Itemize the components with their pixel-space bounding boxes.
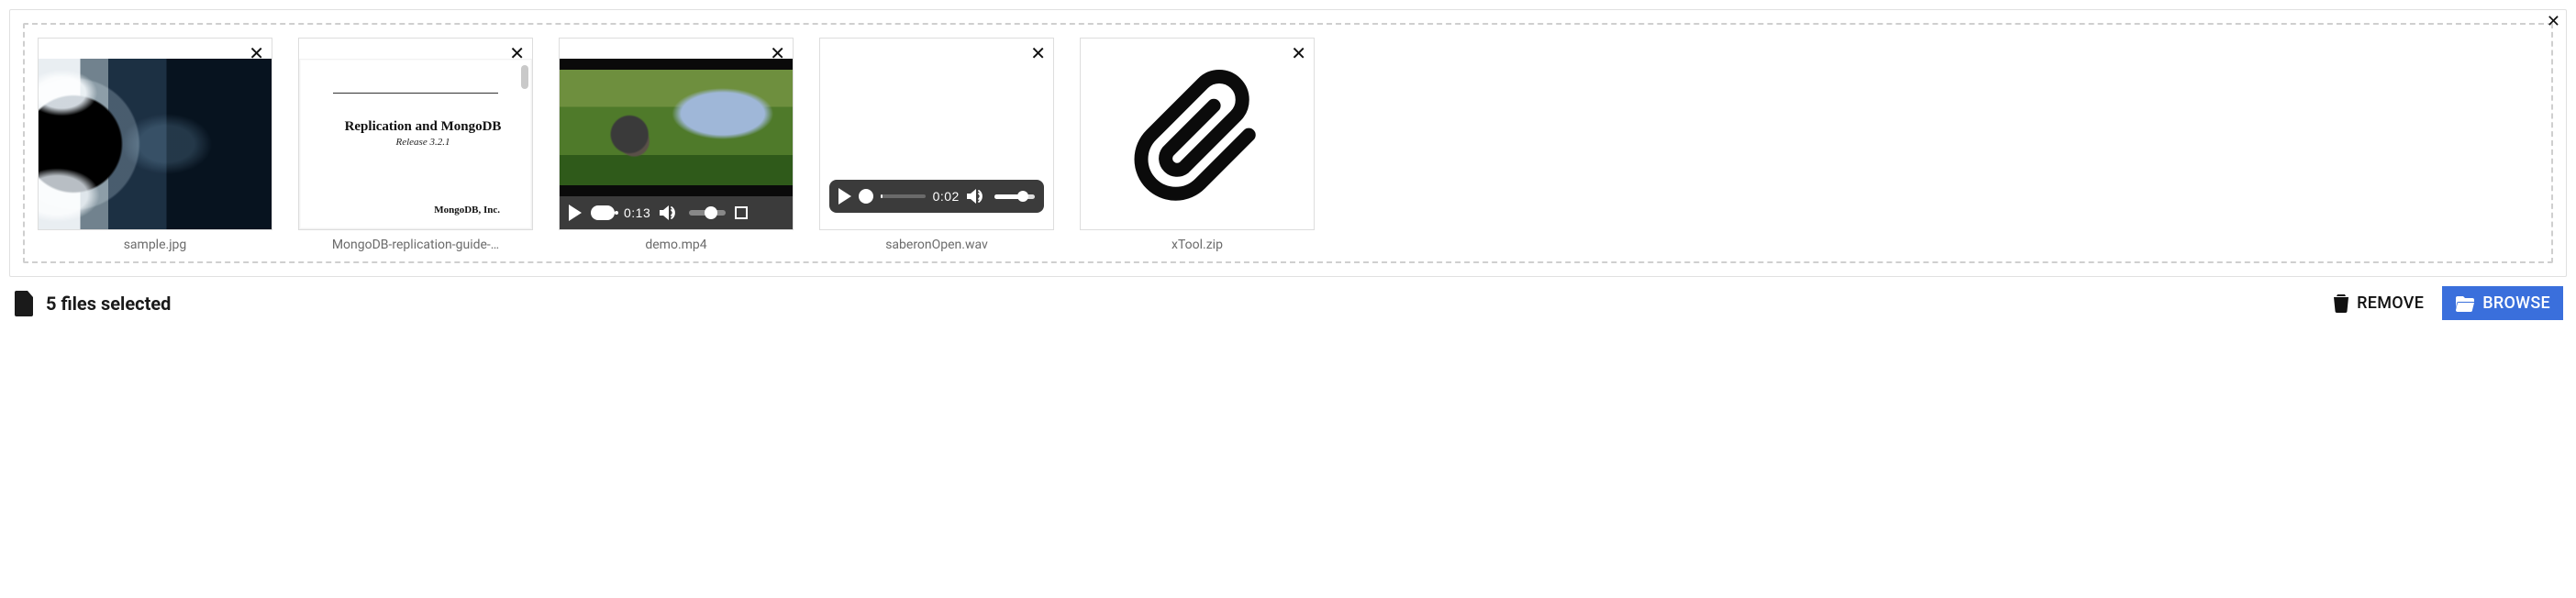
uploader-footer: 5 files selected REMOVE BROWSE bbox=[9, 277, 2567, 322]
file-name-label: sample.jpg bbox=[124, 238, 187, 252]
volume-slider[interactable] bbox=[689, 210, 726, 216]
document-subtitle: Release 3.2.1 bbox=[333, 137, 513, 148]
file-card: ✕ sample.jpg bbox=[38, 38, 272, 252]
file-name-label: saberonOpen.wav bbox=[885, 238, 988, 252]
paperclip-icon bbox=[1128, 63, 1266, 205]
audio-controls: 0:02 bbox=[829, 180, 1044, 213]
remove-file-icon[interactable]: ✕ bbox=[770, 44, 785, 62]
volume-slider[interactable] bbox=[994, 194, 1035, 199]
scrollbar-thumb[interactable] bbox=[521, 65, 528, 89]
play-icon[interactable] bbox=[569, 205, 582, 221]
footer-status: 5 files selected bbox=[15, 291, 171, 316]
document-preview: Replication and MongoDB Release 3.2.1 Mo… bbox=[299, 59, 532, 229]
volume-icon[interactable] bbox=[660, 205, 680, 221]
audio-time: 0:02 bbox=[933, 189, 960, 204]
footer-actions: REMOVE BROWSE bbox=[2320, 286, 2563, 320]
audio-preview: 0:02 bbox=[820, 59, 1053, 229]
document-footer: MongoDB, Inc. bbox=[434, 205, 500, 216]
remove-button-label: REMOVE bbox=[2357, 293, 2424, 313]
file-icon bbox=[15, 291, 35, 316]
browse-button-label: BROWSE bbox=[2482, 293, 2550, 313]
video-controls: 0:13 bbox=[560, 196, 793, 229]
remove-button[interactable]: REMOVE bbox=[2320, 286, 2437, 320]
fullscreen-icon[interactable] bbox=[735, 206, 748, 219]
file-thumbnail[interactable]: ✕ 0:13 bbox=[559, 38, 794, 230]
video-preview: 0:13 bbox=[560, 59, 793, 229]
divider bbox=[333, 93, 498, 94]
play-icon[interactable] bbox=[838, 188, 851, 205]
volume-icon[interactable] bbox=[967, 188, 987, 205]
status-text: 5 files selected bbox=[46, 293, 171, 315]
dropzone[interactable]: ✕ sample.jpg ✕ Replication and MongoDB R… bbox=[23, 23, 2553, 263]
attachment-preview bbox=[1081, 39, 1314, 229]
file-card: ✕ xTool.zip bbox=[1080, 38, 1315, 252]
video-progress[interactable] bbox=[591, 205, 615, 220]
file-name-label: xTool.zip bbox=[1171, 238, 1223, 252]
trash-icon bbox=[2333, 294, 2349, 313]
file-thumbnail[interactable]: ✕ Replication and MongoDB Release 3.2.1 … bbox=[298, 38, 533, 230]
video-frame bbox=[560, 59, 793, 196]
remove-file-icon[interactable]: ✕ bbox=[1291, 44, 1306, 62]
file-card: ✕ 0:13 bbox=[559, 38, 794, 252]
file-thumbnail[interactable]: ✕ 0:02 bbox=[819, 38, 1054, 230]
audio-progress-knob[interactable] bbox=[859, 189, 873, 204]
file-uploader: ✕ ✕ sample.jpg ✕ Replication and MongoDB… bbox=[9, 9, 2567, 277]
file-thumbnail[interactable]: ✕ bbox=[38, 38, 272, 230]
remove-file-icon[interactable]: ✕ bbox=[1030, 44, 1046, 62]
remove-file-icon[interactable]: ✕ bbox=[249, 44, 264, 62]
close-all-icon[interactable]: ✕ bbox=[2547, 14, 2560, 30]
video-time: 0:13 bbox=[624, 205, 650, 220]
file-thumbnail[interactable]: ✕ bbox=[1080, 38, 1315, 230]
audio-progress-track[interactable] bbox=[881, 194, 925, 198]
image-preview bbox=[39, 59, 272, 229]
file-card: ✕ 0:02 saberonOpen.wav bbox=[819, 38, 1054, 252]
file-name-label: demo.mp4 bbox=[645, 238, 706, 252]
file-name-label: MongoDB-replication-guide-… bbox=[332, 238, 499, 252]
browse-icon bbox=[2455, 295, 2475, 312]
document-title: Replication and MongoDB bbox=[333, 119, 513, 135]
browse-button[interactable]: BROWSE bbox=[2442, 286, 2563, 320]
file-card: ✕ Replication and MongoDB Release 3.2.1 … bbox=[298, 38, 533, 252]
remove-file-icon[interactable]: ✕ bbox=[509, 44, 525, 62]
